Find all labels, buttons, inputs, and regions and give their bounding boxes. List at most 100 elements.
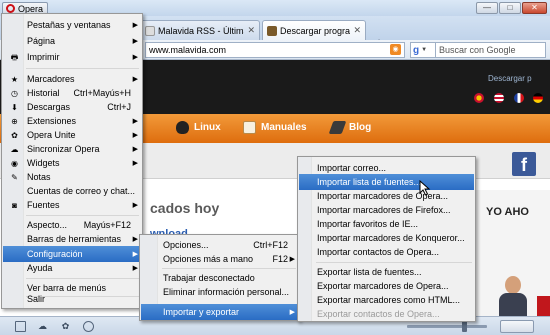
spain-flag-icon[interactable] [474, 93, 484, 103]
bookmark-star-icon: ★ [10, 75, 19, 84]
menu-item-delete-private-data[interactable]: Eliminar información personal... [141, 284, 298, 300]
tab-close-icon[interactable]: ✕ [244, 25, 255, 36]
menu-label: Aspecto... [27, 220, 68, 230]
nav-label: Manuales [261, 122, 307, 133]
menu-label: Cuentas de correo y chat... [27, 186, 136, 196]
opera-menu-label: Opera [18, 3, 44, 14]
menu-label: Marcadores [27, 74, 75, 84]
menu-label: Importar marcadores de Firefox... [317, 205, 451, 215]
menu-separator [26, 215, 139, 216]
tab-malavida-rss[interactable]: Malavida RSS - Última ... ✕ [140, 20, 260, 40]
menu-item-import-opera-contacts[interactable]: Importar contactos de Opera... [299, 244, 474, 260]
tab-close-icon[interactable]: ✕ [350, 25, 361, 36]
menu-item-exit[interactable]: Salir [3, 291, 141, 307]
notes-icon: ✎ [11, 173, 18, 182]
turbo-icon[interactable] [83, 321, 94, 332]
tab-descargar-programas[interactable]: Descargar programas g... ✕ [262, 20, 366, 40]
nav-linux-link[interactable]: Linux [176, 121, 221, 134]
ad-person-image [495, 276, 531, 316]
opera-unite-icon[interactable]: ✿ [60, 321, 71, 332]
close-window-button[interactable]: ✕ [522, 2, 547, 14]
menu-shortcut: F12 [272, 254, 288, 264]
menu-separator [26, 68, 139, 69]
printer-icon: 🖶 [10, 53, 19, 62]
history-clock-icon: ◷ [11, 89, 18, 98]
menu-label: Exportar lista de fuentes... [317, 267, 422, 277]
extensions-icon: ⊕ [11, 117, 18, 126]
zoom-slider[interactable] [407, 325, 487, 328]
opera-unite-icon: ✿ [11, 131, 18, 140]
menu-separator [162, 268, 296, 269]
opera-link-cloud-icon[interactable]: ☁ [37, 321, 48, 332]
maximize-button[interactable]: □ [499, 2, 521, 14]
menu-label: Importar marcadores de Konqueror... [317, 233, 465, 243]
menu-item-help[interactable]: Ayuda ▶ [3, 260, 141, 276]
menu-item-export-opera-contacts[interactable]: Exportar contactos de Opera... [299, 306, 474, 322]
linux-penguin-icon [176, 121, 189, 134]
menu-label: Sincronizar Opera [27, 144, 100, 154]
submenu-arrow-icon: ▶ [132, 22, 138, 29]
menu-shortcut: Ctrl+J [107, 102, 131, 112]
rss-feed-icon[interactable]: ◉ [390, 44, 401, 55]
download-arrow-icon: ⬇ [11, 103, 18, 112]
zoom-slider-thumb[interactable] [462, 321, 467, 332]
menu-label: Barras de herramientas [27, 234, 122, 244]
menu-item-toolbars[interactable]: Barras de herramientas ▶ [3, 231, 141, 247]
menu-label: Descargas [27, 102, 71, 112]
import-export-submenu: Importar correo... Importar lista de fue… [297, 156, 476, 322]
minimize-button[interactable]: — [476, 2, 498, 14]
submenu-arrow-icon: ▶ [289, 256, 295, 263]
chevron-down-icon: ▼ [421, 47, 428, 53]
panel-toggle-icon[interactable] [15, 321, 26, 332]
menu-item-import-export[interactable]: Importar y exportar ▶ [141, 304, 298, 320]
menu-label: Exportar marcadores como HTML... [317, 295, 461, 305]
menu-label: Fuentes [27, 200, 60, 210]
nav-label: Linux [194, 122, 221, 133]
menu-label: Configuración [27, 249, 83, 259]
nav-blog-link[interactable]: Blog [328, 121, 372, 134]
menu-label: Importar correo... [317, 163, 387, 173]
search-engine-selector[interactable]: g ▼ [410, 42, 436, 58]
menu-item-page[interactable]: Página ▶ [3, 33, 141, 49]
menu-label: Importar lista de fuentes... [317, 177, 422, 187]
menu-label: Opciones más a mano [163, 254, 254, 264]
submenu-arrow-icon: ▶ [132, 236, 138, 243]
nav-label: Blog [349, 122, 372, 133]
submenu-arrow-icon: ▶ [132, 76, 138, 83]
configuration-submenu: Opciones... Ctrl+F12 Opciones más a mano… [139, 234, 300, 321]
menu-item-print[interactable]: 🖶 Imprimir ▶ [3, 49, 141, 65]
submenu-arrow-icon: ▶ [132, 132, 138, 139]
menu-label: Página [27, 36, 56, 46]
menu-label: Eliminar información personal... [163, 287, 290, 297]
mouse-cursor-icon [419, 180, 431, 196]
menu-label: Exportar contactos de Opera... [317, 309, 440, 319]
submenu-arrow-icon: ▶ [132, 202, 138, 209]
menu-item-feeds[interactable]: ◙ Fuentes ▶ [3, 197, 141, 213]
submenu-arrow-icon: ▶ [132, 265, 138, 272]
zoom-reset-button[interactable] [500, 320, 534, 333]
pen-icon [328, 121, 347, 134]
nav-manuales-link[interactable]: Manuales [243, 121, 307, 134]
menu-item-tabs-windows[interactable]: Pestañas y ventanas ▶ [3, 17, 141, 33]
france-flag-icon[interactable] [514, 93, 524, 103]
tab-label: Malavida RSS - Última ... [158, 25, 244, 36]
address-field[interactable]: www.malavida.com [145, 42, 405, 58]
menu-label: Ayuda [27, 263, 53, 273]
menu-label: Opciones... [163, 240, 209, 250]
menu-item-quick-options[interactable]: Opciones más a mano F12 ▶ [141, 251, 298, 267]
search-input[interactable]: Buscar con Google [436, 42, 546, 58]
menu-label: Salir [27, 294, 46, 304]
menu-shortcut: Ctrl+F12 [253, 240, 288, 250]
opera-main-menu: Pestañas y ventanas ▶ Página ▶ 🖶 Imprimi… [1, 13, 143, 309]
ad-banner[interactable]: YO AHO [475, 190, 550, 316]
facebook-icon[interactable]: f [512, 152, 536, 176]
menu-label: Imprimir [27, 52, 60, 62]
google-icon: g [413, 44, 420, 56]
germany-flag-icon[interactable] [533, 93, 543, 103]
page-favicon-icon [145, 25, 155, 36]
submenu-arrow-icon: ▶ [132, 118, 138, 125]
usa-flag-icon[interactable] [494, 93, 504, 103]
menu-separator [26, 278, 139, 279]
menu-label: Extensiones [27, 116, 77, 126]
submenu-arrow-icon: ▶ [132, 54, 138, 61]
